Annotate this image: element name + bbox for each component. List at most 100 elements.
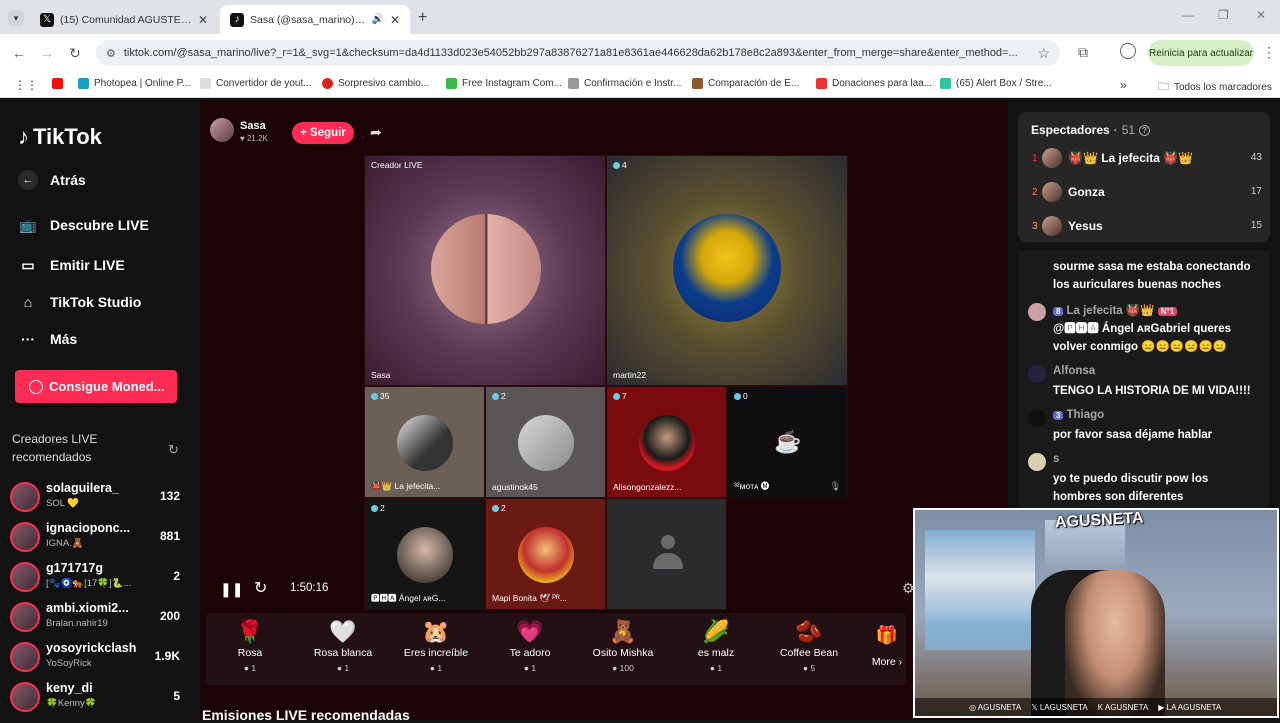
participant-name: 👹👑 La jefecita... — [371, 481, 441, 491]
guest-video-cell[interactable]: 7 Alisongonzalezz... — [606, 386, 727, 498]
recommended-creators-title: Creadores LIVE recomendados — [12, 432, 98, 464]
guest-count: 2 — [501, 503, 506, 513]
viewer-count: 881 — [159, 529, 180, 543]
link-icon — [568, 78, 579, 89]
creator-name: keny_di — [46, 681, 93, 695]
gift-price: ● 1 — [523, 663, 537, 673]
host-avatar[interactable] — [210, 118, 234, 142]
viewer-score: 15 — [1250, 220, 1262, 231]
tab-search-icon[interactable]: ▾ — [8, 10, 24, 26]
viewers-panel: Espectadores · 51? 1 👹👑 La jefecita 👹👑 43 2 G… — [1018, 112, 1270, 242]
chat-username[interactable]: 3 Thiago — [1053, 409, 1104, 421]
gift-item[interactable]: 🤍 Rosa blanca ● 1 — [303, 617, 383, 673]
chat-username[interactable]: 8 La jefecita 👹👑 N°1 — [1053, 303, 1180, 317]
nav-back[interactable]: ← Atrás — [18, 170, 86, 190]
handle-text: AGUSNETA — [977, 702, 1022, 712]
nav-go-live[interactable]: ▭ Emitir LIVE — [18, 255, 125, 275]
bookmark-item[interactable]: Comparación de E... — [692, 78, 799, 89]
tab-comunidad[interactable]: 𝕏 (15) Comunidad AGUSTETISMO ✕ — [30, 5, 218, 34]
host-name: Sasa — [240, 120, 266, 132]
all-bookmarks[interactable]: 🗀 Todos los marcadores — [1158, 78, 1272, 97]
forward-arrow-icon[interactable]: → — [38, 44, 56, 62]
site-info-icon[interactable]: ⚙ — [106, 47, 116, 60]
creator-item[interactable]: ambi.xiomi2... Bralan.nahir19 200 — [10, 600, 186, 636]
chat-username[interactable]: s — [1053, 453, 1059, 465]
speaker-icon[interactable]: 🔊 — [371, 14, 383, 25]
bookmark-item[interactable]: Confirmación e Instr... — [568, 78, 681, 89]
gift-item[interactable]: 🌹 Rosa ● 1 — [210, 617, 290, 673]
empty-guest-slot[interactable] — [606, 498, 727, 610]
creator-item[interactable]: g171717g [🐾🧿🐅[17🍀]🐍... 2 — [10, 560, 186, 596]
back-arrow-icon[interactable]: ← — [10, 44, 28, 62]
nav-tiktok-studio[interactable]: ⌂ TikTok Studio — [18, 292, 142, 312]
pause-icon[interactable]: ❚❚ — [220, 581, 243, 598]
handle-text: LAGUSNETA — [1039, 702, 1088, 712]
bookmark-youtube[interactable] — [52, 78, 63, 89]
creator-item[interactable]: solaguilera_ SOL 💛 132 — [10, 480, 186, 516]
host-video-avatar — [431, 214, 541, 324]
address-bar[interactable]: ⚙ tiktok.com/@sasa_marino/live?_r=1&_svg… — [96, 40, 1060, 66]
gift-item[interactable]: 🐹 Eres increíble ● 1 — [396, 617, 476, 673]
refresh-icon[interactable]: ↻ — [168, 442, 179, 458]
bookmark-item[interactable]: Sorpresivo cambio... — [322, 78, 429, 89]
tab-title: Sasa (@sasa_marino) está en — [250, 13, 365, 26]
gift-name: Osito Mishka — [592, 647, 654, 659]
viewer-count: 1.9K — [154, 649, 180, 663]
chat-username[interactable]: Alfonsa — [1053, 365, 1095, 377]
help-icon[interactable]: ? — [1139, 124, 1151, 136]
bookmarks-overflow-icon[interactable]: » — [1120, 78, 1127, 92]
nav-discover-live[interactable]: 📺 Descubre LIVE — [18, 215, 149, 235]
new-tab-button[interactable]: + — [418, 9, 427, 27]
window-minimize-button[interactable]: — — [1182, 8, 1194, 22]
guest-video-cell[interactable]: 35 👹👑 La jefecita... — [364, 386, 485, 498]
follow-button[interactable]: + Seguir — [292, 122, 354, 144]
reload-icon[interactable]: ↻ — [66, 44, 84, 62]
rank-badge: N°1 — [1157, 307, 1178, 316]
main-video-cell[interactable]: Creador LIVE Sasa — [364, 155, 606, 386]
profile-icon[interactable] — [1120, 43, 1136, 59]
gift-price-value: 1 — [437, 663, 443, 673]
close-tab-icon[interactable]: ✕ — [390, 13, 400, 27]
page-icon — [200, 78, 211, 89]
viewer-row[interactable]: 1 👹👑 La jefecita 👹👑 43 — [1030, 148, 1262, 172]
browser-menu-icon[interactable]: ⋮ — [1262, 44, 1276, 61]
nav-label: Emitir LIVE — [50, 257, 125, 273]
bookmark-item[interactable]: Convertidor de yout... — [200, 78, 312, 89]
bookmark-item[interactable]: Photopea | Online P... — [78, 78, 190, 89]
guest-video-cell[interactable]: 4 martin22 — [606, 155, 848, 386]
coffee-bean-icon: 🫘 — [795, 619, 823, 644]
gift-item[interactable]: 💗 Te adoro ● 1 — [490, 617, 570, 673]
tab-sasa-live[interactable]: ♪ Sasa (@sasa_marino) está en 🔊 ✕ — [220, 5, 410, 34]
viewer-row[interactable]: 2 Gonza 17 — [1030, 182, 1262, 206]
share-icon[interactable]: ➦ — [370, 124, 382, 141]
guest-video-cell[interactable]: 2 agustinok45 — [485, 386, 606, 498]
nav-more[interactable]: ··· Más — [18, 329, 77, 349]
creator-item[interactable]: keny_di 🍀Kenny🍀 5 — [10, 680, 186, 716]
creator-item[interactable]: ignacioponc... IGNA.🧸 881 — [10, 520, 186, 556]
viewer-dot-icon — [371, 504, 378, 512]
update-button[interactable]: Reinicia para actualizar — [1148, 40, 1254, 66]
bookmark-item[interactable]: Donaciones para laa... — [816, 78, 932, 89]
bookmark-star-icon[interactable]: ☆ — [1037, 45, 1050, 62]
guest-video-cell[interactable]: 2 Mapi Bonita 🕊 ᴾᴿ... — [485, 498, 606, 610]
window-restore-button[interactable]: ❐ — [1218, 8, 1229, 22]
creator-item[interactable]: yosoyrickclash YoSoyRick 1.9K — [10, 640, 186, 676]
gift-item[interactable]: 🌽 es malz ● 1 — [676, 617, 756, 673]
viewer-row[interactable]: 3 Yesus 15 — [1030, 216, 1262, 240]
guest-badge: 2 — [492, 503, 506, 513]
guest-video-cell[interactable]: 0 ☕ ³²ᴍᴏᴛᴀ 🅜 🎙 — [727, 386, 848, 498]
extensions-icon[interactable]: ⧉ — [1078, 44, 1088, 61]
get-coins-button[interactable]: Consigue Moned... — [15, 370, 177, 403]
apps-icon[interactable]: ⋮⋮ — [14, 78, 38, 92]
refresh-stream-icon[interactable]: ↻ — [254, 578, 267, 598]
bookmark-item[interactable]: (65) Alert Box / Stre... — [940, 78, 1052, 89]
gift-item[interactable]: 🧸 Osito Mishka ● 100 — [583, 617, 663, 673]
more-gifts-button[interactable]: 🎁 More › — [870, 625, 904, 668]
window-close-button[interactable]: ✕ — [1256, 8, 1266, 22]
tiktok-logo[interactable]: ♪ TikTok — [18, 124, 102, 150]
bookmark-item[interactable]: Free Instagram Com... — [446, 78, 562, 89]
close-tab-icon[interactable]: ✕ — [198, 13, 208, 27]
gift-name: Coffee Bean — [779, 647, 839, 659]
gift-item[interactable]: 🫘 Coffee Bean ● 5 — [769, 617, 849, 673]
guest-video-cell[interactable]: 2 🅿🅷🅰 Ángel ᴀʀG... — [364, 498, 485, 610]
